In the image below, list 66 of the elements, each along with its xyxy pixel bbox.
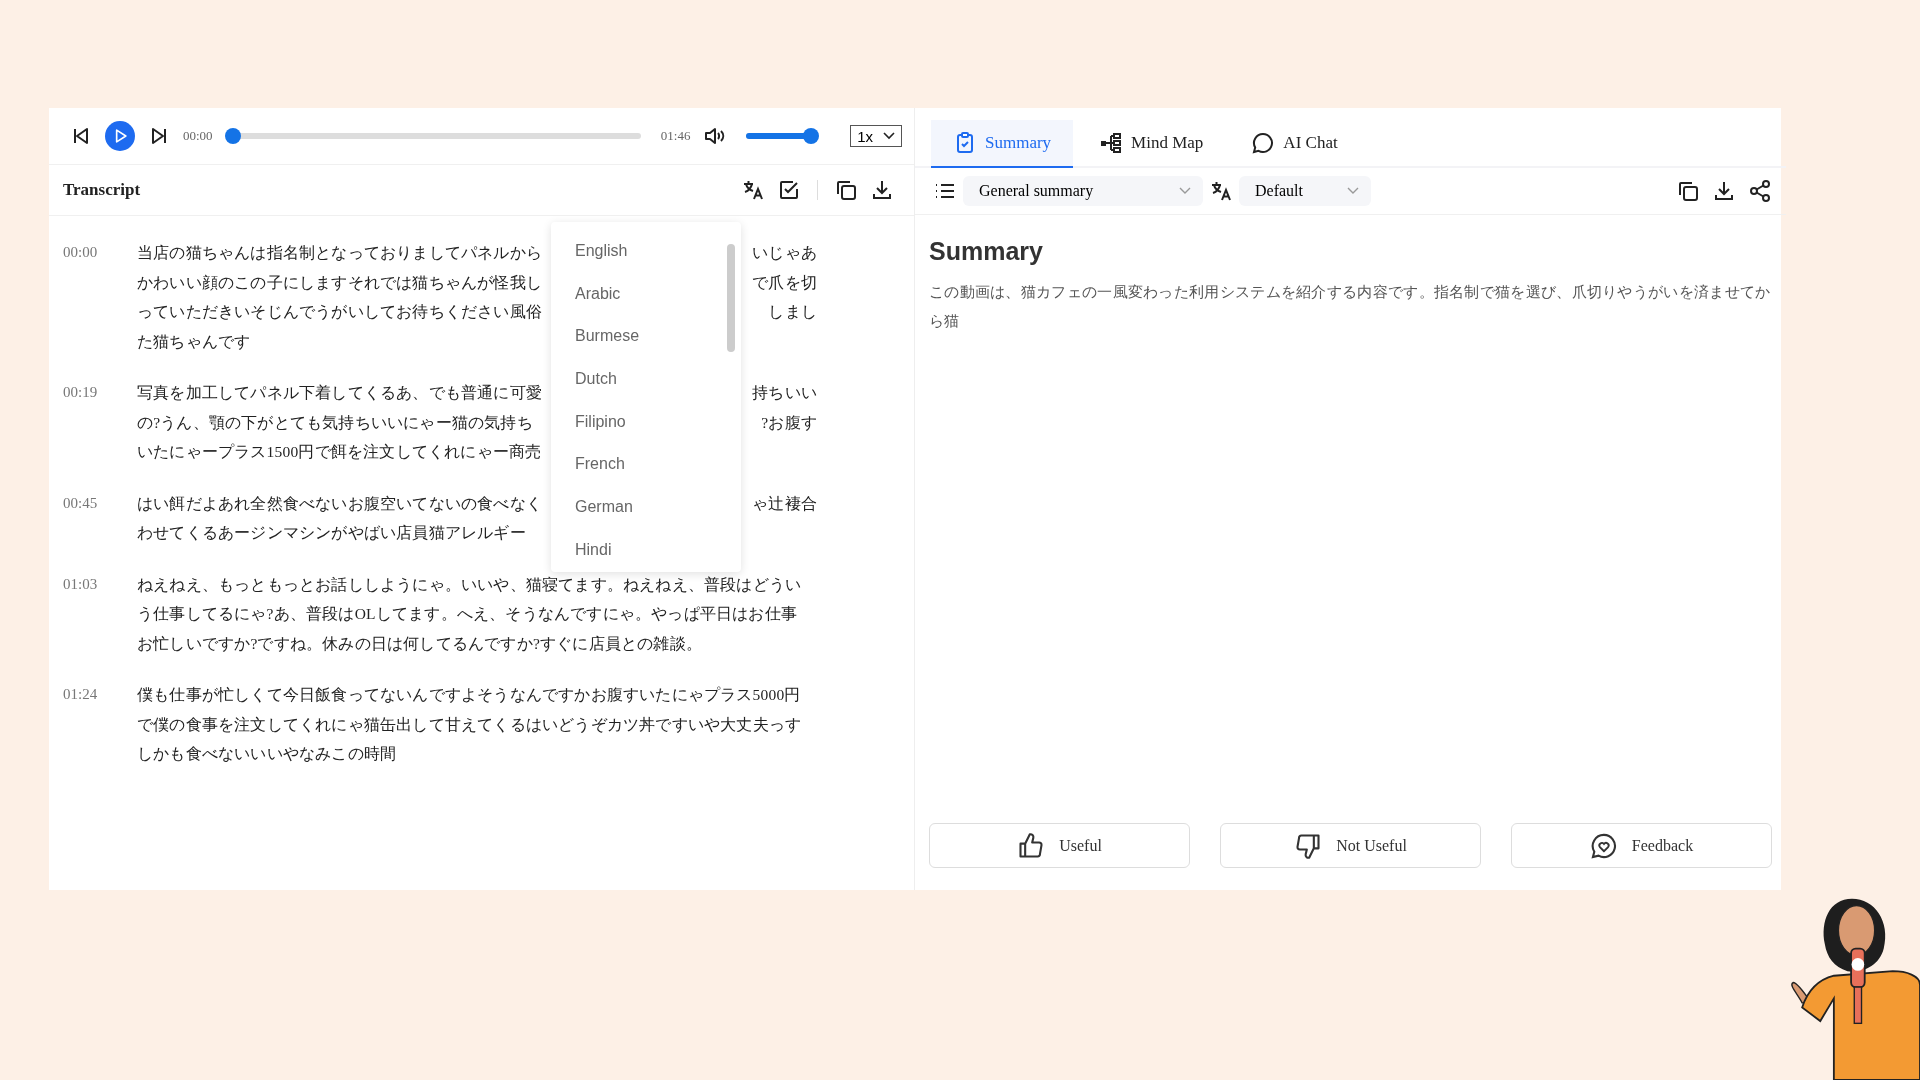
tab[interactable]: AI Chat: [1229, 120, 1360, 168]
translate-icon[interactable]: [1209, 179, 1233, 203]
chevron-down-icon: [883, 132, 895, 140]
transcript-text: 持ちいい: [752, 383, 817, 403]
feedback-button[interactable]: Feedback: [1511, 823, 1772, 868]
feedback-button[interactable]: Useful: [929, 823, 1190, 868]
language-select[interactable]: Default: [1239, 176, 1371, 206]
transcript-text: ?お腹す: [761, 412, 817, 433]
feedback-button[interactable]: Not Useful: [1220, 823, 1481, 868]
menu-option[interactable]: Arabic: [551, 272, 741, 316]
tab[interactable]: Mind Map: [1077, 120, 1226, 168]
transcript-text: う仕事してるにゃ?あ、普段はOLしてます。へえ、そうなんですにゃ。やっぱ平日はお仕事: [137, 604, 797, 624]
menu-option[interactable]: Dutch: [551, 358, 741, 401]
chevron-down-icon: [1347, 187, 1359, 195]
speed-select[interactable]: 1x: [850, 125, 902, 147]
menu-option[interactable]: Hindi: [551, 528, 741, 572]
copy-icon[interactable]: [834, 178, 858, 202]
transcript-text: で爪を切: [752, 272, 817, 293]
download-icon[interactable]: [1712, 179, 1736, 203]
timestamp[interactable]: 00:45: [63, 488, 137, 548]
timestamp[interactable]: 01:03: [63, 569, 137, 658]
transcript-text: の?うん、顎の下がとても気持ちいいにゃー猫の気持ち: [137, 412, 533, 433]
transcript-text: た猫ちゃんです: [137, 331, 251, 352]
transcript-text: わせてくるあージンマシンがやばい店員猫アレルギー: [137, 523, 526, 543]
transcript-text: しまし: [768, 302, 817, 322]
summary-type-select[interactable]: General summary: [963, 176, 1203, 206]
timestamp[interactable]: 01:24: [63, 680, 137, 769]
chat-bubble-icon: [1251, 131, 1276, 155]
menu-option[interactable]: French: [551, 443, 741, 487]
summary-heading: Summary: [929, 237, 1044, 266]
transcript-text: 写真を加工してパネル下着してくるあ、でも普通に可愛: [137, 383, 542, 403]
menu-option[interactable]: Filipino: [551, 400, 741, 444]
thumbs-up-icon: [1017, 831, 1046, 860]
share-icon[interactable]: [1748, 179, 1772, 203]
transcript-text: お忙しいですか?ですね。休みの日は何してるんですか?すぐに店員との雑談。: [137, 633, 702, 654]
timestamp[interactable]: 00:19: [63, 378, 137, 467]
transcript-text: いじゃあ: [752, 243, 817, 263]
transcript-text: ねえねえ、もっともっとお話ししようにゃ。いいや、猫寝てます。ねえねえ、普段はどうい: [137, 574, 802, 595]
mind-map-icon: [1099, 131, 1124, 155]
current-time: 00:00: [182, 128, 213, 144]
timestamp[interactable]: 00:00: [63, 238, 137, 356]
transcript-text: っていただきいそじんでうがいしてお待ちください風俗: [137, 302, 542, 322]
chevron-down-icon: [1179, 187, 1191, 195]
thumbs-down-icon: [1294, 831, 1323, 860]
transcript-text: いたにゃープラス1500円で餌を注文してくれにゃー商売: [137, 442, 542, 462]
heart-bubble-icon: [1589, 831, 1618, 860]
checkbox-icon[interactable]: [777, 178, 801, 202]
transcript-text: ゃ辻褄合: [752, 493, 817, 514]
menu-option[interactable]: English: [551, 230, 741, 273]
transcript-text: 僕も仕事が忙しくて今日飯食ってないんですよそうなんですかお腹すいたにゃプラス5000円: [137, 685, 801, 705]
copy-icon[interactable]: [1676, 179, 1700, 203]
tab[interactable]: Summary: [931, 120, 1074, 168]
transcript-text: しかも食べないいいやなみこの時間: [137, 744, 397, 764]
duration-time: 01:46: [660, 128, 691, 144]
transcript-text: 当店の猫ちゃんは指名制となっておりましてパネルから: [137, 243, 542, 263]
translate-icon[interactable]: [741, 178, 765, 202]
transcript-text: かわいい顔のこの子にしますそれでは猫ちゃんが怪我し: [137, 272, 542, 293]
transcript-text: はい餌だよあれ全然食べないお腹空いてないの食べなく: [137, 493, 542, 514]
summary-text: この動画は、猫カフェの一風変わった利用システムを紹介する内容です。指名制で猫を選び、爪切りやうがいを済ませてから猫: [929, 282, 1772, 332]
transcript-title: Transcript: [63, 180, 141, 200]
download-icon[interactable]: [870, 178, 894, 202]
transcript-text: で僕の食事を注文してくれにゃ猫缶出して甘えてくるはいどうぞカツ丼ですいや大丈夫っす: [137, 714, 802, 735]
scrollbar[interactable]: [727, 244, 735, 352]
menu-option[interactable]: German: [551, 486, 741, 529]
play-button[interactable]: [105, 121, 135, 151]
menu-option[interactable]: Burmese: [551, 315, 741, 359]
